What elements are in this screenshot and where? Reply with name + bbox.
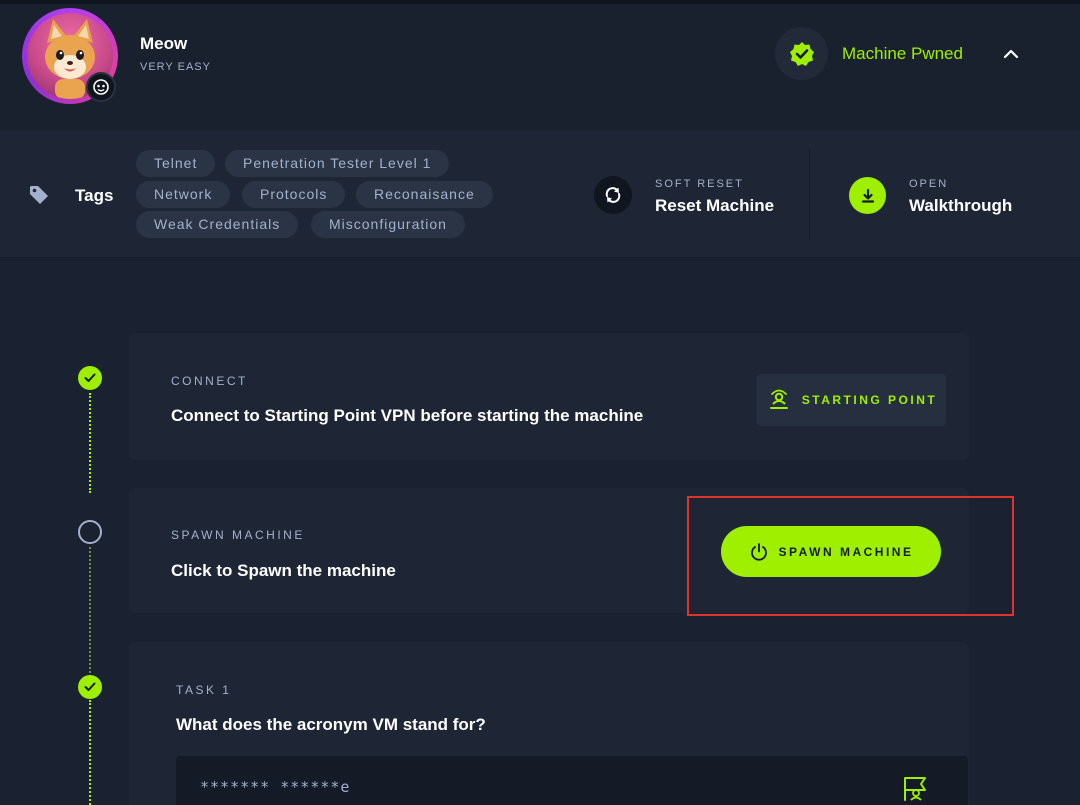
walkthrough-caption: OPEN xyxy=(909,178,949,190)
step-title: What does the acronym VM stand for? xyxy=(176,715,486,734)
tag-pill[interactable]: Network xyxy=(136,181,231,208)
spawn-machine-button[interactable]: SPAWN MACHINE xyxy=(721,526,941,577)
timeline-connector xyxy=(89,700,91,805)
flag-icon xyxy=(904,777,926,801)
step-caption: TASK 1 xyxy=(176,683,232,697)
step-completed-check-icon xyxy=(78,675,102,699)
reset-machine-label[interactable]: Reset Machine xyxy=(655,196,774,216)
refresh-icon xyxy=(605,187,621,203)
starting-point-button[interactable]: STARTING POINT xyxy=(757,374,946,426)
answer-field[interactable]: ******* ******e xyxy=(176,756,968,805)
power-icon xyxy=(750,542,767,561)
machine-name: Meow xyxy=(140,34,188,53)
step-caption: SPAWN MACHINE xyxy=(171,528,305,542)
verified-badge-icon xyxy=(789,41,814,66)
step-caption: CONNECT xyxy=(171,374,248,388)
linux-os-icon xyxy=(86,72,116,102)
tag-pill[interactable]: Telnet xyxy=(136,150,216,177)
divider xyxy=(809,148,810,240)
step-pending-circle-icon xyxy=(78,520,102,544)
tag-pill[interactable]: Penetration Tester Level 1 xyxy=(225,150,450,177)
reset-machine-button[interactable] xyxy=(594,176,632,214)
machine-difficulty: VERY EASY xyxy=(140,61,211,73)
step-completed-check-icon xyxy=(78,366,102,390)
machine-header: Meow VERY EASY Machine Pwned xyxy=(0,0,1080,130)
collapse-chevron-up-icon[interactable] xyxy=(1000,44,1022,64)
tag-pill[interactable]: Reconaisance xyxy=(356,181,493,208)
tags-title: Tags xyxy=(75,186,114,205)
tag-icon xyxy=(28,184,50,211)
tag-pill[interactable]: Protocols xyxy=(242,181,346,208)
timeline-connector xyxy=(89,547,91,677)
timeline-connector xyxy=(89,393,91,493)
step-title: Connect to Starting Point VPN before sta… xyxy=(171,406,644,425)
reset-caption: SOFT RESET xyxy=(655,178,744,190)
tag-pill[interactable]: Weak Credentials xyxy=(136,211,299,238)
starting-point-icon xyxy=(769,389,788,409)
machine-status: Machine Pwned xyxy=(842,44,963,63)
pwned-badge xyxy=(775,27,828,80)
walkthrough-label[interactable]: Walkthrough xyxy=(909,196,1012,216)
walkthrough-button[interactable] xyxy=(849,177,886,214)
answer-masked-text: ******* ******e xyxy=(200,778,351,796)
spawn-machine-label: SPAWN MACHINE xyxy=(778,544,914,559)
submit-flag-button[interactable] xyxy=(898,771,932,805)
starting-point-label: STARTING POINT xyxy=(801,393,938,407)
tag-pill[interactable]: Misconfiguration xyxy=(311,211,465,238)
download-icon xyxy=(861,188,874,203)
step-title: Click to Spawn the machine xyxy=(171,561,396,580)
